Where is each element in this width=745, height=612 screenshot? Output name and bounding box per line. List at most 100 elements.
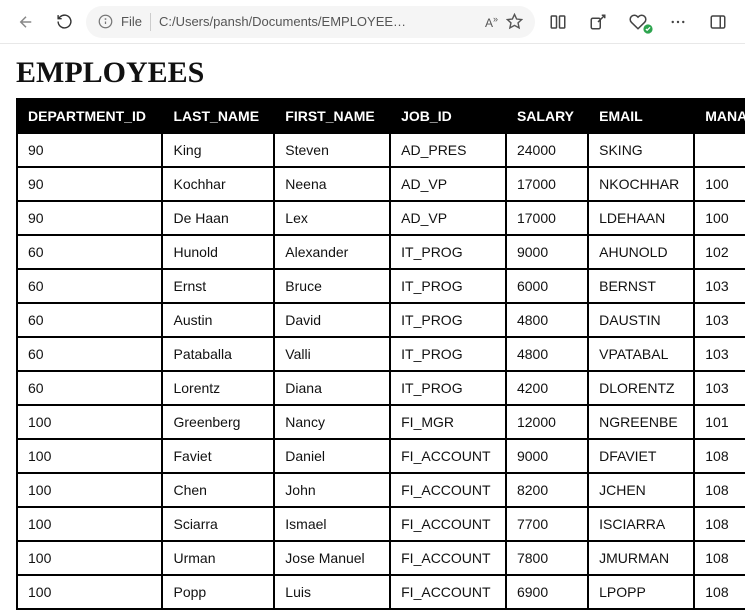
table-cell-department-id: 100 bbox=[17, 575, 162, 609]
table-cell-salary: 12000 bbox=[506, 405, 588, 439]
url-text: C:/Users/pansh/Documents/EMPLOYEE… bbox=[159, 14, 477, 29]
table-row: 100SciarraIsmaelFI_ACCOUNT7700ISCIARRA10… bbox=[17, 507, 745, 541]
table-cell-last-name: Hunold bbox=[162, 235, 274, 269]
table-cell-first-name: Neena bbox=[274, 167, 390, 201]
table-cell-manager-id: 108 bbox=[694, 439, 745, 473]
table-cell-salary: 24000 bbox=[506, 133, 588, 167]
table-cell-first-name: Ismael bbox=[274, 507, 390, 541]
table-cell-salary: 6000 bbox=[506, 269, 588, 303]
table-cell-last-name: De Haan bbox=[162, 201, 274, 235]
table-cell-last-name: Kochhar bbox=[162, 167, 274, 201]
table-cell-last-name: Greenberg bbox=[162, 405, 274, 439]
table-cell-manager-id: 108 bbox=[694, 575, 745, 609]
table-cell-first-name: David bbox=[274, 303, 390, 337]
table-cell-email: SKING bbox=[588, 133, 694, 167]
table-cell-email: NGREENBE bbox=[588, 405, 694, 439]
table-header-cell: SALARY bbox=[506, 99, 588, 133]
table-cell-job-id: IT_PROG bbox=[390, 269, 506, 303]
table-cell-department-id: 100 bbox=[17, 439, 162, 473]
table-cell-manager-id: 103 bbox=[694, 371, 745, 405]
table-cell-email: VPATABAL bbox=[588, 337, 694, 371]
table-row: 60AustinDavidIT_PROG4800DAUSTIN103 bbox=[17, 303, 745, 337]
table-cell-manager-id: 102 bbox=[694, 235, 745, 269]
table-cell-last-name: Urman bbox=[162, 541, 274, 575]
table-cell-manager-id: 108 bbox=[694, 541, 745, 575]
table-cell-salary: 9000 bbox=[506, 439, 588, 473]
address-bar[interactable]: File C:/Users/pansh/Documents/EMPLOYEE… … bbox=[86, 6, 535, 38]
table-cell-manager-id: 103 bbox=[694, 303, 745, 337]
table-cell-department-id: 90 bbox=[17, 133, 162, 167]
table-cell-email: AHUNOLD bbox=[588, 235, 694, 269]
table-cell-last-name: Austin bbox=[162, 303, 274, 337]
star-icon[interactable] bbox=[506, 13, 523, 30]
table-cell-salary: 8200 bbox=[506, 473, 588, 507]
table-cell-first-name: Nancy bbox=[274, 405, 390, 439]
table-cell-email: JCHEN bbox=[588, 473, 694, 507]
table-cell-job-id: AD_VP bbox=[390, 167, 506, 201]
table-cell-email: BERNST bbox=[588, 269, 694, 303]
table-row: 100ChenJohnFI_ACCOUNT8200JCHEN108 bbox=[17, 473, 745, 507]
table-cell-email: DFAVIET bbox=[588, 439, 694, 473]
table-cell-salary: 7700 bbox=[506, 507, 588, 541]
table-header-cell: DEPARTMENT_ID bbox=[17, 99, 162, 133]
table-row: 60LorentzDianaIT_PROG4200DLORENTZ103 bbox=[17, 371, 745, 405]
table-cell-job-id: FI_ACCOUNT bbox=[390, 439, 506, 473]
table-cell-department-id: 60 bbox=[17, 371, 162, 405]
table-header-cell: MANAGER_ID bbox=[694, 99, 745, 133]
back-button[interactable] bbox=[10, 6, 42, 38]
table-cell-last-name: Lorentz bbox=[162, 371, 274, 405]
table-cell-salary: 4800 bbox=[506, 337, 588, 371]
table-cell-first-name: Bruce bbox=[274, 269, 390, 303]
table-header-cell: EMAIL bbox=[588, 99, 694, 133]
refresh-button[interactable] bbox=[48, 6, 80, 38]
table-cell-manager-id: 108 bbox=[694, 507, 745, 541]
table-cell-department-id: 60 bbox=[17, 269, 162, 303]
browser-toolbar: File C:/Users/pansh/Documents/EMPLOYEE… … bbox=[0, 0, 745, 44]
table-cell-last-name: Ernst bbox=[162, 269, 274, 303]
sidebar-icon[interactable] bbox=[701, 6, 735, 38]
content-area: EMPLOYEES DEPARTMENT_IDLAST_NAMEFIRST_NA… bbox=[0, 44, 745, 612]
table-cell-last-name: Chen bbox=[162, 473, 274, 507]
table-cell-email: ISCIARRA bbox=[588, 507, 694, 541]
collections-icon[interactable] bbox=[581, 6, 615, 38]
table-row: 100GreenbergNancyFI_MGR12000NGREENBE101 bbox=[17, 405, 745, 439]
table-cell-department-id: 100 bbox=[17, 473, 162, 507]
table-cell-first-name: John bbox=[274, 473, 390, 507]
table-row: 90KingStevenAD_PRES24000SKING bbox=[17, 133, 745, 167]
table-cell-job-id: IT_PROG bbox=[390, 303, 506, 337]
split-screen-icon[interactable] bbox=[541, 6, 575, 38]
table-cell-salary: 6900 bbox=[506, 575, 588, 609]
table-cell-first-name: Diana bbox=[274, 371, 390, 405]
more-icon[interactable] bbox=[661, 6, 695, 38]
table-cell-department-id: 90 bbox=[17, 201, 162, 235]
table-row: 100PoppLuisFI_ACCOUNT6900LPOPP108 bbox=[17, 575, 745, 609]
document-viewport[interactable]: EMPLOYEES DEPARTMENT_IDLAST_NAMEFIRST_NA… bbox=[0, 44, 745, 612]
table-cell-email: DAUSTIN bbox=[588, 303, 694, 337]
table-cell-manager-id: 103 bbox=[694, 337, 745, 371]
page-title: EMPLOYEES bbox=[16, 56, 729, 90]
table-row: 100FavietDanielFI_ACCOUNT9000DFAVIET108 bbox=[17, 439, 745, 473]
table-header-cell: JOB_ID bbox=[390, 99, 506, 133]
info-icon bbox=[98, 14, 113, 29]
table-cell-manager-id: 108 bbox=[694, 473, 745, 507]
table-cell-job-id: FI_ACCOUNT bbox=[390, 541, 506, 575]
table-cell-job-id: AD_VP bbox=[390, 201, 506, 235]
table-cell-department-id: 60 bbox=[17, 303, 162, 337]
performance-icon[interactable] bbox=[621, 6, 655, 38]
table-cell-last-name: Pataballa bbox=[162, 337, 274, 371]
table-cell-department-id: 100 bbox=[17, 541, 162, 575]
read-aloud-icon[interactable]: A» bbox=[485, 14, 498, 30]
table-cell-email: NKOCHHAR bbox=[588, 167, 694, 201]
table-cell-first-name: Valli bbox=[274, 337, 390, 371]
table-cell-manager-id: 103 bbox=[694, 269, 745, 303]
table-cell-first-name: Daniel bbox=[274, 439, 390, 473]
table-cell-job-id: FI_ACCOUNT bbox=[390, 575, 506, 609]
table-cell-manager-id: 100 bbox=[694, 167, 745, 201]
table-row: 60ErnstBruceIT_PROG6000BERNST103 bbox=[17, 269, 745, 303]
table-cell-job-id: FI_ACCOUNT bbox=[390, 507, 506, 541]
employees-table: DEPARTMENT_IDLAST_NAMEFIRST_NAMEJOB_IDSA… bbox=[16, 98, 745, 610]
table-cell-first-name: Steven bbox=[274, 133, 390, 167]
table-cell-job-id: IT_PROG bbox=[390, 337, 506, 371]
table-cell-salary: 4200 bbox=[506, 371, 588, 405]
url-prefix: File bbox=[121, 14, 142, 29]
